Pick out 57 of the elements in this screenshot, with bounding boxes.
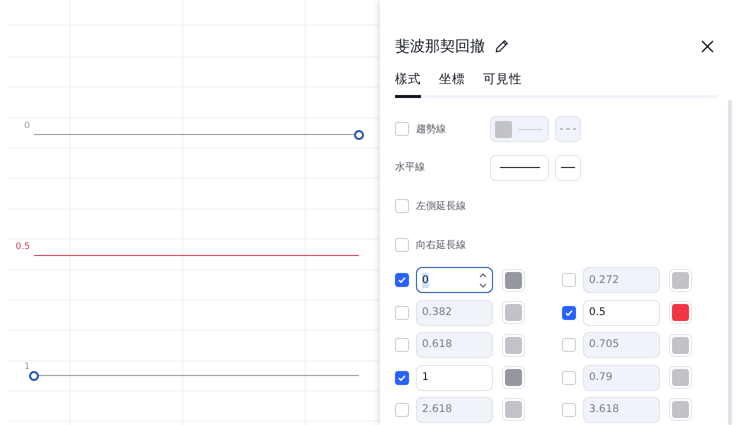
checkbox[interactable] xyxy=(562,306,576,320)
color-swatch[interactable] xyxy=(502,268,525,292)
checkbox[interactable] xyxy=(562,273,576,288)
level-label: 0.5 xyxy=(14,243,30,252)
checkbox[interactable] xyxy=(395,402,409,417)
option-label: 趨勢線 xyxy=(416,122,446,137)
level-input[interactable]: 0.705 xyxy=(583,332,660,358)
anchor-handle[interactable] xyxy=(354,130,364,140)
checkbox[interactable] xyxy=(562,370,576,385)
color-swatch[interactable] xyxy=(502,301,525,324)
checkbox[interactable] xyxy=(395,238,409,252)
checkbox[interactable] xyxy=(395,338,409,352)
line-color-button[interactable] xyxy=(490,116,549,142)
panel-title: 斐波那契回撤 xyxy=(395,36,485,57)
color-swatch[interactable] xyxy=(669,398,692,422)
checkbox[interactable] xyxy=(562,402,576,417)
level-input[interactable]: 0.382 xyxy=(416,300,493,326)
check-icon xyxy=(397,372,407,383)
tab[interactable]: 可見性 xyxy=(483,70,522,98)
level-input[interactable]: 0 xyxy=(416,267,493,294)
tab[interactable]: 樣式 xyxy=(395,70,421,98)
line-width-button[interactable] xyxy=(555,154,581,181)
line-style-button[interactable] xyxy=(490,154,549,181)
close-icon[interactable] xyxy=(701,40,714,52)
color-swatch[interactable] xyxy=(669,301,692,324)
dash-style-button[interactable] xyxy=(555,116,581,142)
level-input[interactable]: 0.618 xyxy=(416,332,493,358)
option-label: 向右延長線 xyxy=(416,238,466,253)
checkbox[interactable] xyxy=(395,122,409,136)
checkbox[interactable] xyxy=(562,338,576,352)
pencil-icon[interactable] xyxy=(495,39,509,53)
checkbox[interactable] xyxy=(395,199,409,214)
level-input[interactable]: 3.618 xyxy=(583,396,660,423)
level-input[interactable]: 0.79 xyxy=(583,364,660,391)
level-input[interactable]: 0.272 xyxy=(583,267,660,294)
level-label: 0 xyxy=(23,122,30,131)
check-icon xyxy=(564,308,574,318)
level-input[interactable]: 1 xyxy=(416,364,493,391)
dashed-line-icon xyxy=(560,128,576,130)
checkbox[interactable] xyxy=(395,306,409,320)
color-swatch[interactable] xyxy=(669,366,692,390)
level-input[interactable]: 2.618 xyxy=(416,396,493,423)
level-input[interactable]: 0.5 xyxy=(583,300,660,326)
tab[interactable]: 坐標 xyxy=(439,70,465,98)
color-swatch[interactable] xyxy=(502,334,525,357)
option-label: 左側延長線 xyxy=(416,200,466,214)
spinner-icon[interactable] xyxy=(479,272,487,290)
check-icon xyxy=(397,275,407,286)
checkbox[interactable] xyxy=(395,273,409,288)
option-label: 水平線 xyxy=(395,160,425,176)
color-swatch[interactable] xyxy=(669,268,692,292)
color-swatch[interactable] xyxy=(502,366,525,390)
anchor-handle[interactable] xyxy=(29,370,39,380)
level-label: 1 xyxy=(23,363,30,372)
color-swatch[interactable] xyxy=(502,398,525,422)
checkbox[interactable] xyxy=(395,370,409,385)
color-swatch[interactable] xyxy=(669,334,692,357)
